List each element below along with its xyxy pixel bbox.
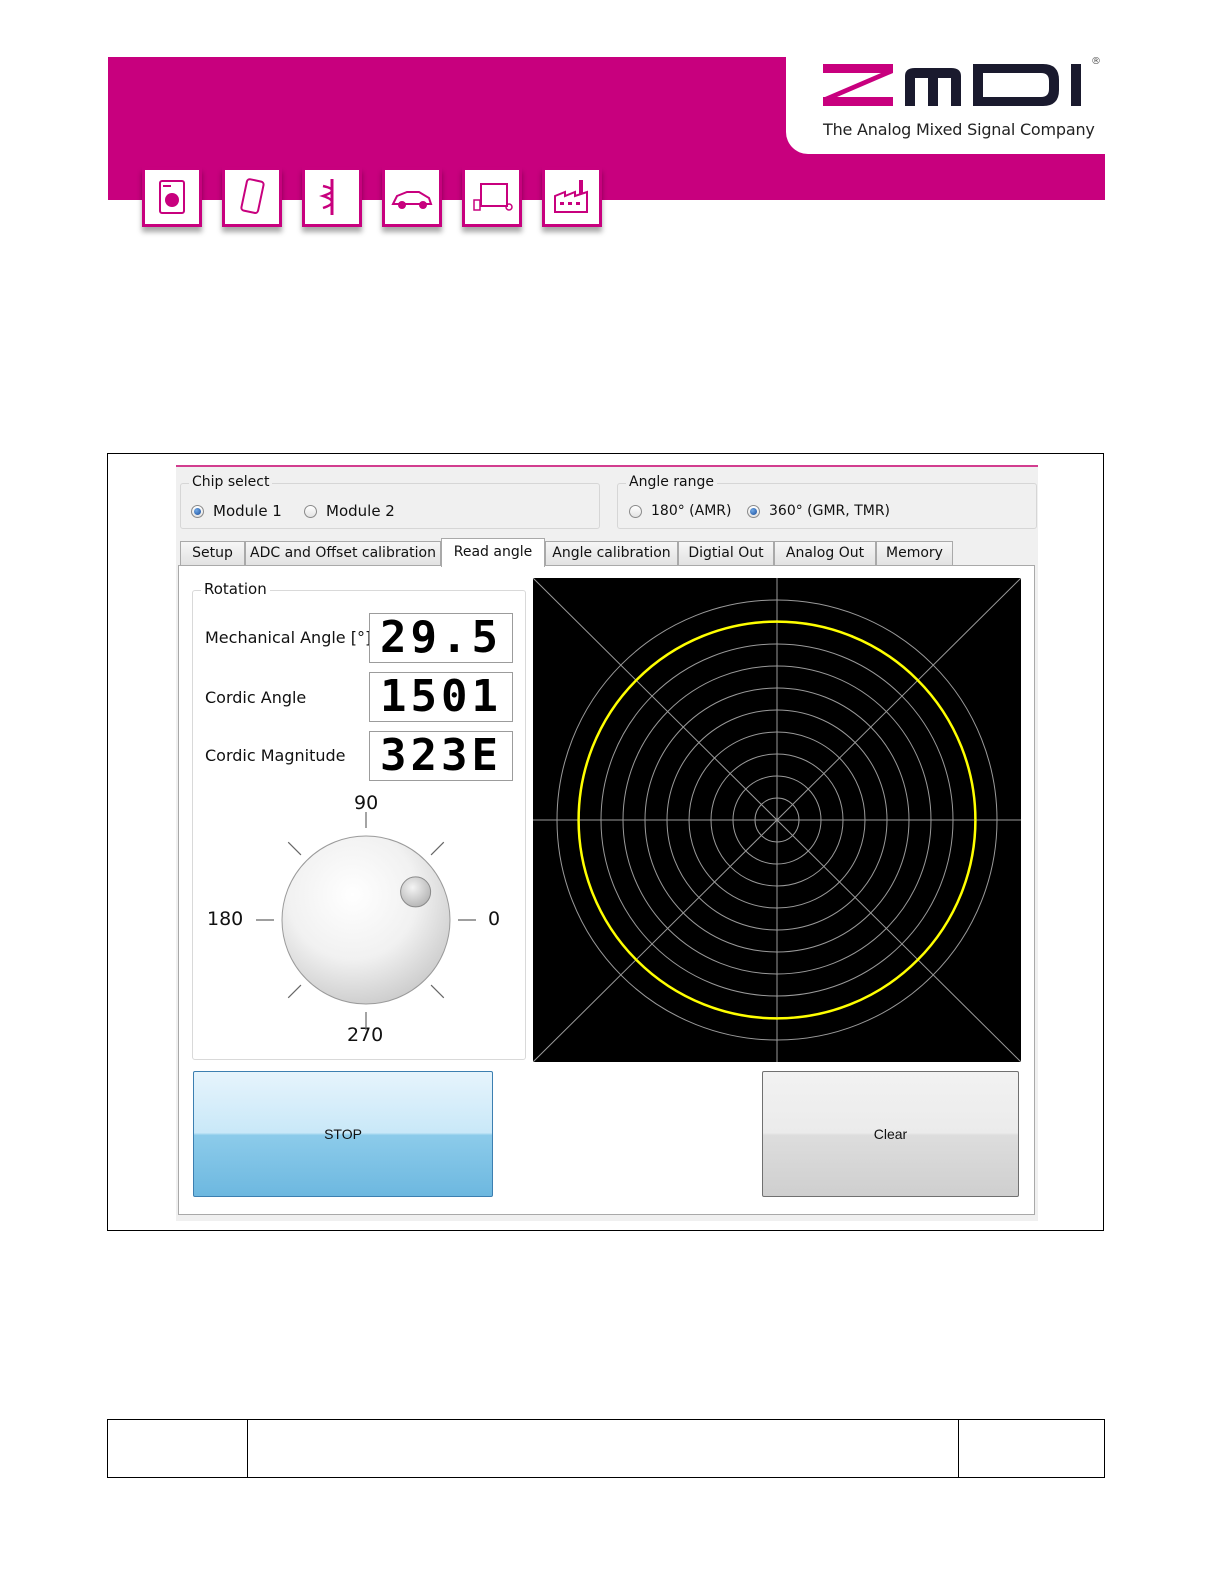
cordic-magnitude-display: 323E bbox=[369, 731, 513, 781]
footer-table bbox=[107, 1419, 1105, 1478]
cordic-angle-label: Cordic Angle bbox=[205, 688, 307, 707]
tab-memory[interactable]: Memory bbox=[876, 541, 953, 565]
dial-tick bbox=[287, 984, 302, 999]
dial-label-180: 180 bbox=[207, 908, 244, 930]
radio-180-amr[interactable]: 180° (AMR) bbox=[629, 503, 731, 519]
radio-360-gmr-tmr-label: 360° (GMR, TMR) bbox=[769, 503, 891, 519]
dial-tick bbox=[430, 841, 445, 856]
cordic-magnitude-label: Cordic Magnitude bbox=[205, 746, 346, 765]
mechanical-angle-display: 29.5 bbox=[369, 613, 513, 663]
registered-mark: ® bbox=[1091, 56, 1101, 67]
washing-machine-icon bbox=[142, 167, 202, 227]
smartphone-icon bbox=[222, 167, 282, 227]
polar-plot bbox=[533, 578, 1021, 1062]
tab-adc-offset-calibration[interactable]: ADC and Offset calibration bbox=[245, 541, 441, 565]
clear-button[interactable]: Clear bbox=[762, 1071, 1019, 1197]
dial-label-0: 0 bbox=[488, 908, 501, 930]
chip-select-title: Chip select bbox=[189, 474, 273, 490]
rotation-dial[interactable] bbox=[256, 812, 476, 1030]
radio-180-amr-label: 180° (AMR) bbox=[651, 503, 732, 519]
tv-icon bbox=[462, 167, 522, 227]
radio-module-1[interactable]: Module 1 bbox=[191, 502, 282, 520]
mechanical-angle-label: Mechanical Angle [°] bbox=[205, 628, 372, 647]
radio-module-1-label: Module 1 bbox=[213, 502, 282, 520]
tab-analog-out[interactable]: Analog Out bbox=[774, 541, 876, 565]
rotation-title: Rotation bbox=[201, 580, 270, 598]
tab-read-angle[interactable]: Read angle bbox=[441, 538, 545, 567]
radio-360-gmr-tmr[interactable]: 360° (GMR, TMR) bbox=[747, 503, 890, 519]
polar-grid bbox=[533, 578, 1021, 1062]
car-icon bbox=[382, 167, 442, 227]
dial-knob[interactable] bbox=[281, 835, 451, 1005]
zmdi-logo bbox=[823, 64, 1081, 106]
tab-setup[interactable]: Setup bbox=[180, 541, 245, 565]
footer-center-cell bbox=[247, 1420, 959, 1477]
dial-tick bbox=[287, 841, 302, 856]
tab-angle-calibration[interactable]: Angle calibration bbox=[545, 541, 678, 565]
radio-module-2[interactable]: Module 2 bbox=[304, 502, 395, 520]
stop-button[interactable]: STOP bbox=[193, 1071, 493, 1197]
cordic-angle-display: 1501 bbox=[369, 672, 513, 722]
dial-tick bbox=[430, 984, 445, 999]
radio-module-2-indicator[interactable] bbox=[304, 504, 317, 518]
radio-360-gmr-tmr-indicator[interactable] bbox=[747, 504, 760, 518]
factory-icon bbox=[542, 167, 602, 227]
radio-module-2-label: Module 2 bbox=[326, 502, 395, 520]
dial-label-90: 90 bbox=[354, 792, 379, 814]
window-accent-line bbox=[176, 465, 1038, 467]
radio-180-amr-indicator[interactable] bbox=[629, 504, 642, 518]
dial-indicator[interactable] bbox=[400, 876, 432, 908]
medical-icon bbox=[302, 167, 362, 227]
angle-range-title: Angle range bbox=[626, 474, 717, 490]
logo-tagline: The Analog Mixed Signal Company bbox=[823, 120, 1095, 139]
tab-digital-out[interactable]: Digtial Out bbox=[678, 541, 774, 565]
radio-module-1-indicator[interactable] bbox=[191, 504, 204, 518]
